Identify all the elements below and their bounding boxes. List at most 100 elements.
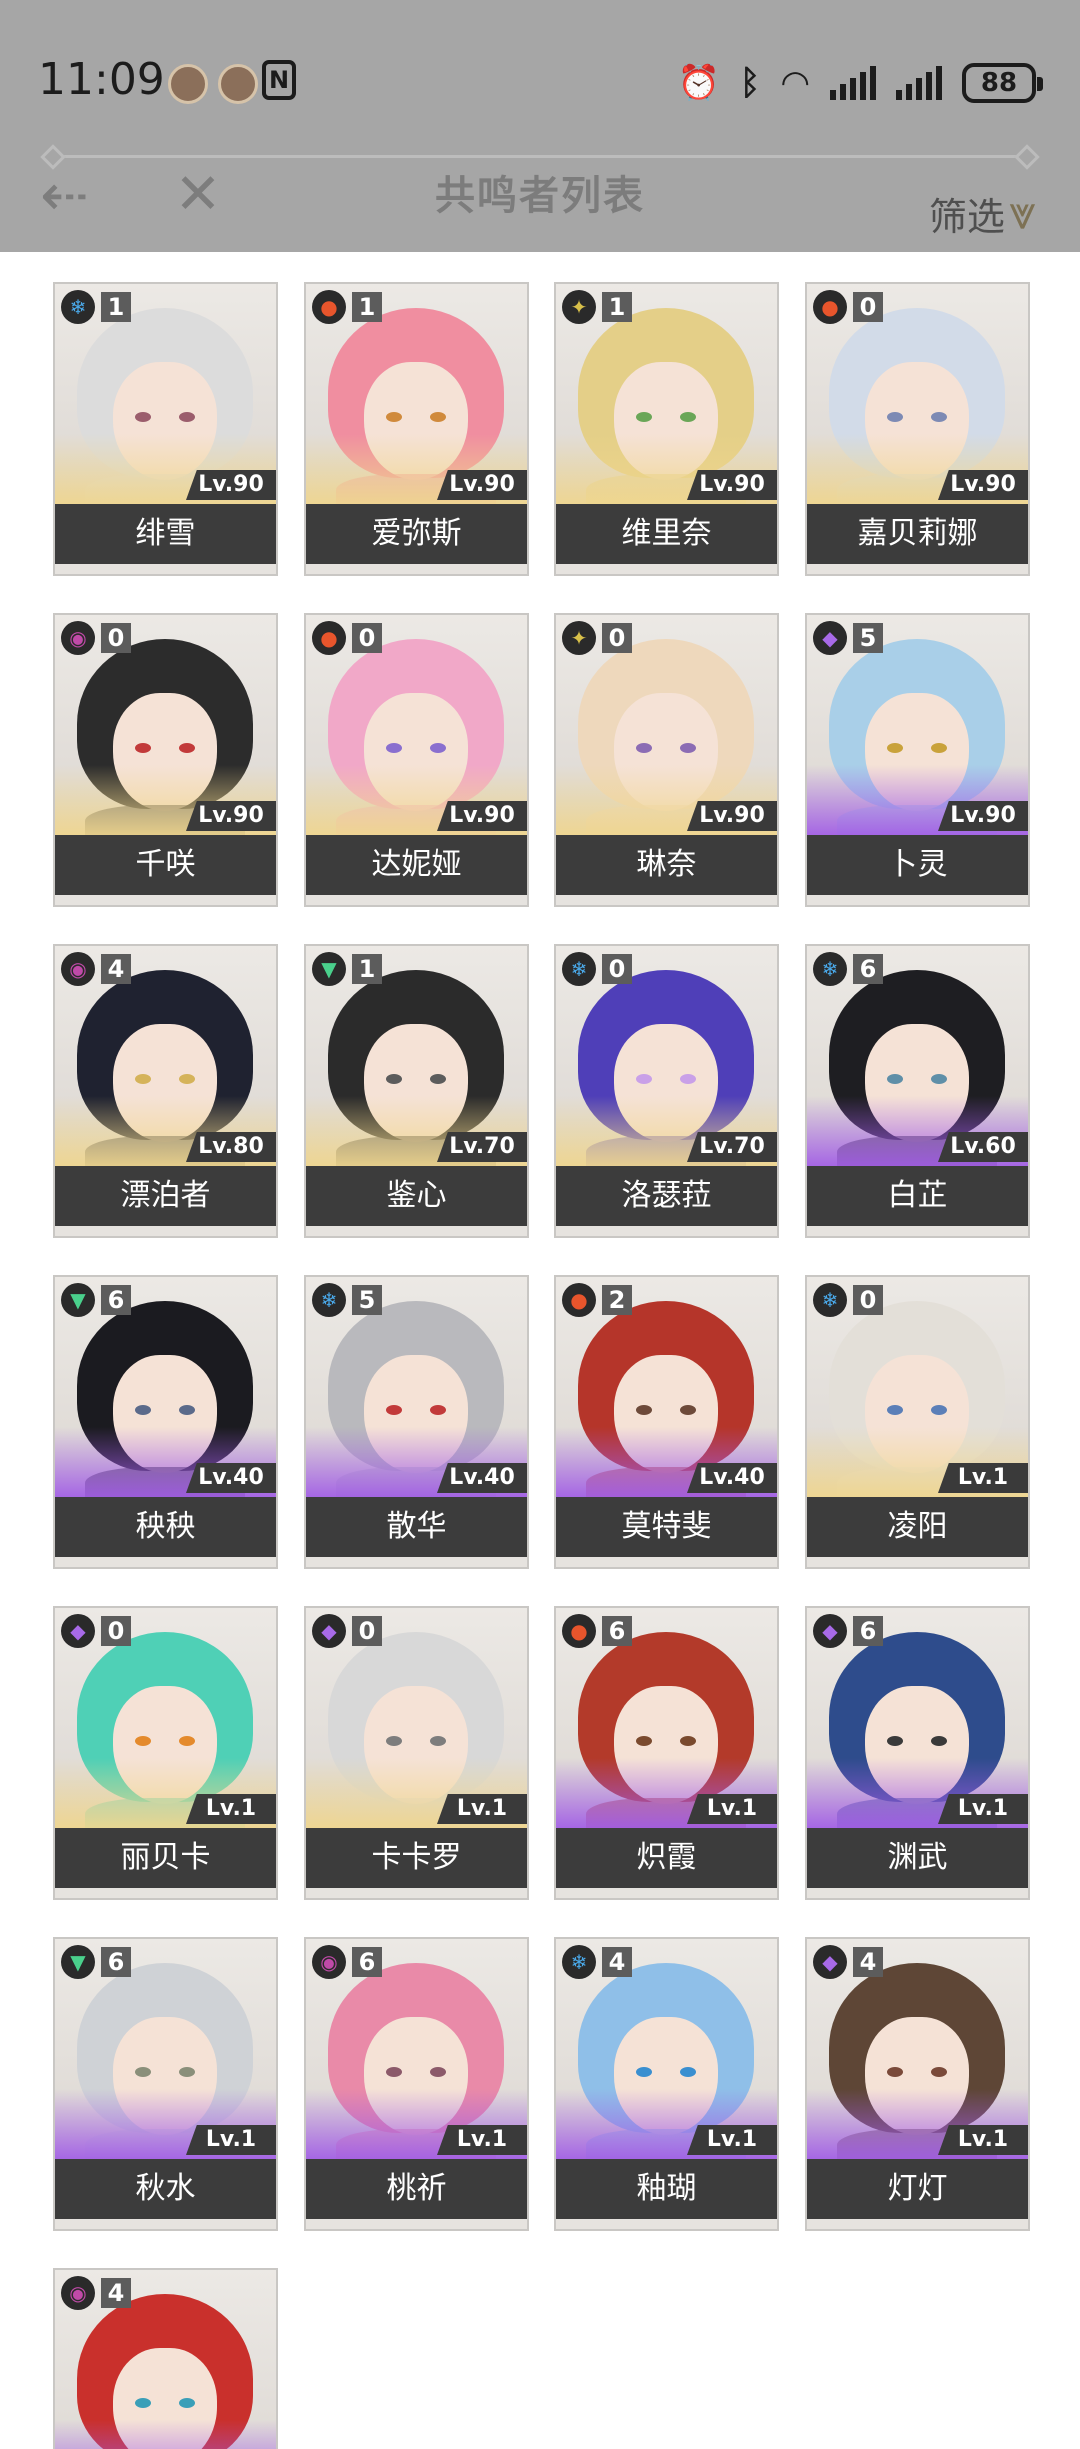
level-badge: Lv.1 (687, 2125, 777, 2155)
character-card[interactable]: ▼ 1 Lv.70 鉴心 (304, 944, 529, 1238)
portrait-face (865, 362, 969, 480)
electro-element-icon: ◆ (813, 1945, 847, 1979)
character-card[interactable]: ◆ 4 Lv.1 灯灯 (805, 1937, 1030, 2231)
character-card[interactable]: ● 2 Lv.40 莫特斐 (554, 1275, 779, 1569)
portrait-face (614, 1686, 718, 1804)
notification-app-icon (168, 64, 208, 104)
portrait-eye (135, 2067, 151, 2077)
notification-app-icon (218, 64, 258, 104)
aero-element-icon: ▼ (61, 1283, 95, 1317)
character-card[interactable]: ◆ 5 Lv.90 卜灵 (805, 613, 1030, 907)
portrait-face (614, 2017, 718, 2135)
portrait-face (113, 2348, 217, 2449)
portrait-face (614, 693, 718, 811)
level-badge: Lv.60 (938, 1132, 1028, 1162)
fusion-element-icon: ● (312, 290, 346, 324)
character-name: 卜灵 (807, 835, 1028, 895)
portrait-face (113, 1355, 217, 1473)
character-card[interactable]: ● 0 Lv.90 嘉贝莉娜 (805, 282, 1030, 576)
portrait-eye (931, 2067, 947, 2077)
character-card[interactable]: ❄ 4 Lv.1 釉瑚 (554, 1937, 779, 2231)
character-card[interactable]: ✦ 0 Lv.90 琳奈 (554, 613, 779, 907)
portrait-face (364, 1024, 468, 1142)
level-badge: Lv.1 (186, 1794, 276, 1824)
character-card[interactable]: ◆ 0 Lv.1 丽贝卡 (53, 1606, 278, 1900)
character-card[interactable]: ❄ 0 Lv.1 凌阳 (805, 1275, 1030, 1569)
character-card[interactable]: ❄ 1 Lv.90 绯雪 (53, 282, 278, 576)
character-card[interactable]: ◆ 0 Lv.1 卡卡罗 (304, 1606, 529, 1900)
level-badge: Lv.90 (437, 801, 527, 831)
portrait-face (364, 1686, 468, 1804)
level-badge: Lv.90 (687, 470, 777, 500)
sequence-badge: 6 (602, 1616, 632, 1646)
havoc-element-icon: ◉ (61, 621, 95, 655)
portrait-eye (636, 1405, 652, 1415)
portrait-eye (386, 1405, 402, 1415)
portrait-eye (636, 1074, 652, 1084)
spectro-element-icon: ✦ (562, 621, 596, 655)
portrait-eye (887, 1405, 903, 1415)
portrait-eye (386, 2067, 402, 2077)
character-card[interactable]: ● 6 Lv.1 炽霞 (554, 1606, 779, 1900)
portrait-eye (430, 412, 446, 422)
level-badge: Lv.1 (938, 1794, 1028, 1824)
portrait-eye (931, 1736, 947, 1746)
portrait-face (614, 1355, 718, 1473)
portrait-face (865, 693, 969, 811)
portrait-face (865, 1355, 969, 1473)
signal-icon (896, 66, 942, 100)
character-card[interactable]: ◉ 4 (53, 2268, 278, 2449)
character-name: 秧秧 (55, 1497, 276, 1557)
character-card[interactable]: ◉ 6 Lv.1 桃祈 (304, 1937, 529, 2231)
level-badge: Lv.90 (186, 801, 276, 831)
character-name: 渊武 (807, 1828, 1028, 1888)
level-badge: Lv.80 (186, 1132, 276, 1162)
character-card[interactable]: ❄ 6 Lv.60 白芷 (805, 944, 1030, 1238)
portrait-eye (179, 1405, 195, 1415)
portrait-face (614, 362, 718, 480)
portrait-face (614, 1024, 718, 1142)
character-name: 釉瑚 (556, 2159, 777, 2219)
level-badge: Lv.90 (186, 470, 276, 500)
portrait-eye (680, 2067, 696, 2077)
portrait-eye (135, 2398, 151, 2408)
character-name: 白芷 (807, 1166, 1028, 1226)
level-badge: Lv.40 (437, 1463, 527, 1493)
portrait-eye (636, 1736, 652, 1746)
character-card[interactable]: ◉ 4 Lv.80 漂泊者 (53, 944, 278, 1238)
character-card[interactable]: ❄ 0 Lv.70 洛瑟菈 (554, 944, 779, 1238)
character-name: 桃祈 (306, 2159, 527, 2219)
character-card[interactable]: ▼ 6 Lv.1 秋水 (53, 1937, 278, 2231)
character-card[interactable]: ● 0 Lv.90 达妮娅 (304, 613, 529, 907)
sequence-badge: 0 (853, 292, 883, 322)
filter-button[interactable]: 筛选 ⩔ (929, 185, 1036, 242)
portrait-face (364, 693, 468, 811)
portrait-eye (680, 1074, 696, 1084)
portrait-eye (931, 743, 947, 753)
character-name: 散华 (306, 1497, 527, 1557)
character-name: 洛瑟菈 (556, 1166, 777, 1226)
character-card[interactable]: ✦ 1 Lv.90 维里奈 (554, 282, 779, 576)
character-card[interactable]: ❄ 5 Lv.40 散华 (304, 1275, 529, 1569)
character-card[interactable]: ◆ 6 Lv.1 渊武 (805, 1606, 1030, 1900)
character-card[interactable]: ◉ 0 Lv.90 千咲 (53, 613, 278, 907)
character-card[interactable]: ● 1 Lv.90 爱弥斯 (304, 282, 529, 576)
portrait-eye (135, 1074, 151, 1084)
character-name: 嘉贝莉娜 (807, 504, 1028, 564)
character-grid: ❄ 1 Lv.90 绯雪 ● 1 Lv.90 爱弥斯 ✦ 1 Lv.90 维里奈 ● 0 Lv.90 嘉贝莉娜… (0, 282, 1080, 2449)
character-name: 秋水 (55, 2159, 276, 2219)
electro-element-icon: ◆ (813, 621, 847, 655)
portrait-face (364, 362, 468, 480)
spectro-element-icon: ✦ (562, 290, 596, 324)
portrait-eye (430, 2067, 446, 2077)
sequence-badge: 6 (101, 1947, 131, 1977)
portrait-face (865, 1024, 969, 1142)
glacio-element-icon: ❄ (61, 290, 95, 324)
sequence-badge: 0 (602, 623, 632, 653)
character-name: 卡卡罗 (306, 1828, 527, 1888)
portrait-eye (931, 412, 947, 422)
portrait-eye (386, 412, 402, 422)
character-card[interactable]: ▼ 6 Lv.40 秧秧 (53, 1275, 278, 1569)
character-name: 炽霞 (556, 1828, 777, 1888)
portrait-eye (179, 2398, 195, 2408)
